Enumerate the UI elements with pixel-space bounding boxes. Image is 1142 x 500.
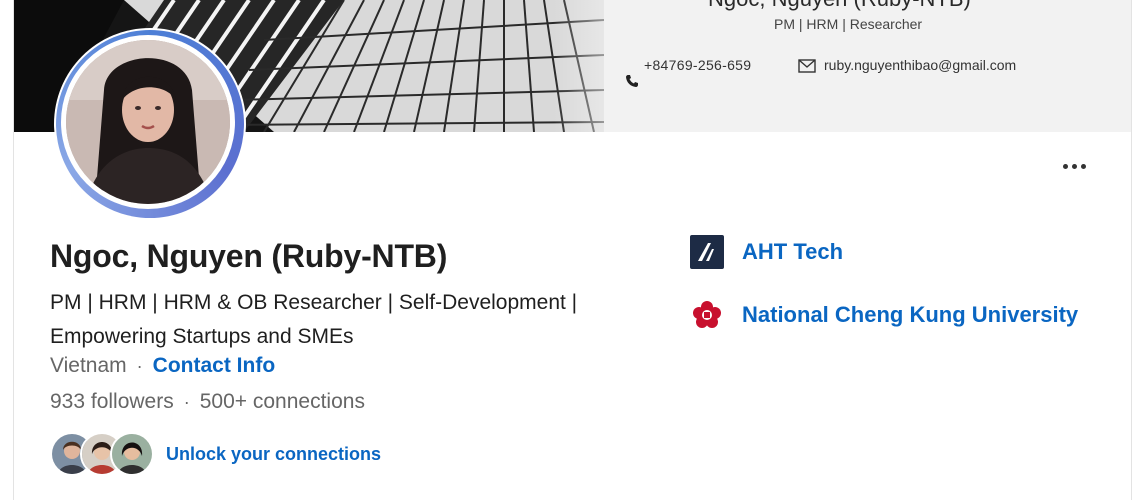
org-label: National Cheng Kung University (742, 302, 1079, 327)
aht-tech-logo-icon (690, 235, 724, 269)
banner-phone: +84769-256-659 (644, 57, 752, 73)
banner-role: PM | HRM | Researcher (774, 16, 923, 32)
separator-dot: · (136, 355, 143, 376)
org-item-ncku[interactable]: National Cheng Kung University (690, 298, 1078, 332)
unlock-connections-row[interactable]: Unlock your connections (50, 432, 381, 476)
more-dot (1080, 163, 1086, 169)
profile-avatar[interactable] (54, 28, 246, 220)
more-dot (1062, 163, 1068, 169)
profile-location: Vietnam (50, 354, 127, 377)
more-dot (1071, 163, 1077, 169)
banner-name: Ngoc, Nguyen (Ruby-NTB) (708, 0, 971, 12)
mail-icon (798, 59, 816, 73)
banner-fade (554, 0, 644, 132)
location-row: Vietnam · Contact Info (50, 354, 275, 378)
org-item-aht-tech[interactable]: AHT Tech (690, 235, 843, 269)
ncku-logo-icon (690, 298, 724, 332)
connection-avatar (110, 432, 154, 476)
contact-info-link[interactable]: Contact Info (153, 354, 275, 378)
phone-icon (626, 75, 638, 87)
profile-card: Ngoc, Nguyen (Ruby-NTB) PM | HRM | Resea… (13, 0, 1132, 500)
separator-dot: · (183, 391, 190, 412)
more-options-button[interactable] (1054, 152, 1094, 180)
profile-headline: PM | HRM | HRM & OB Researcher | Self-De… (50, 291, 578, 348)
banner-email: ruby.nguyenthibao@gmail.com (824, 57, 1017, 73)
profile-name: Ngoc, Nguyen (Ruby-NTB) (50, 238, 448, 274)
stats-row: 933 followers · 500+ connections (50, 390, 365, 414)
connection-avatars (50, 432, 154, 476)
org-label: AHT Tech (742, 239, 844, 264)
connections-count[interactable]: 500+ connections (200, 390, 365, 414)
unlock-connections-link[interactable]: Unlock your connections (166, 444, 381, 465)
avatar-photo (66, 40, 230, 204)
followers-count[interactable]: 933 followers (50, 390, 174, 414)
